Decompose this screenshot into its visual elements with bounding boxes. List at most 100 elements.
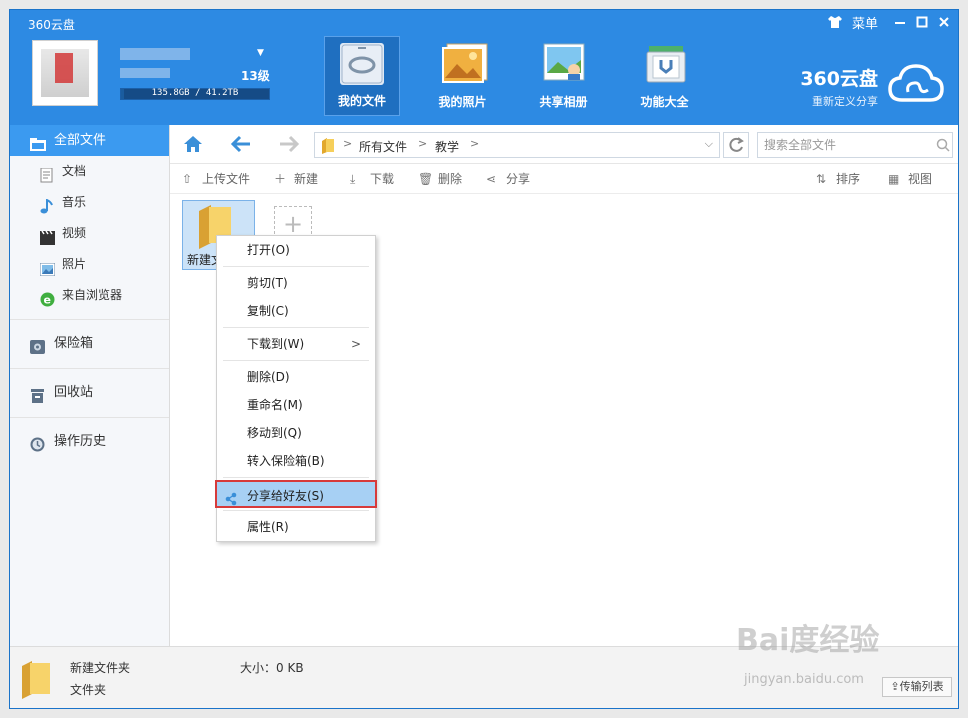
menu-button[interactable]: 菜单 (852, 17, 878, 33)
chevron-right-icon[interactable]: > (418, 137, 427, 150)
nav-tools[interactable]: 功能大全 (614, 36, 715, 116)
safe-icon (30, 336, 45, 354)
refresh-button[interactable] (723, 132, 749, 158)
shared-album-icon (542, 42, 586, 84)
avatar-image (41, 49, 89, 97)
chevron-right-icon[interactable]: > (470, 137, 479, 150)
close-icon[interactable] (938, 16, 950, 33)
recycle-bin-icon (30, 385, 45, 403)
upload-icon: ⇧ (182, 172, 193, 186)
sort-label: 排序 (836, 172, 861, 186)
maximize-icon[interactable] (916, 16, 928, 33)
trash-icon: 🗑 (418, 172, 434, 186)
share-button[interactable]: ⋖ 分享 (486, 170, 530, 187)
nav-my-files[interactable]: 我的文件 (324, 36, 400, 116)
menu-item-to-safe[interactable]: 转入保险箱(B) (217, 447, 375, 475)
nav-label: 功能大全 (640, 95, 689, 109)
menu-item-copy[interactable]: 复制(C) (217, 297, 375, 325)
upload-label: 上传文件 (202, 172, 251, 186)
user-dropdown-icon[interactable]: ▼ (257, 48, 264, 58)
sidebar-item-all-files[interactable]: 全部文件 (10, 125, 169, 156)
breadcrumb-item[interactable]: 所有文件 (359, 138, 407, 155)
sidebar-item-label: 来自浏览器 (62, 288, 123, 302)
sidebar-item-photos[interactable]: 照片 (10, 249, 169, 280)
share-label: 分享 (506, 172, 531, 186)
context-menu: 打开(O) 剪切(T) 复制(C) 下载到(W) > 删除(D) 重命名(M) … (215, 235, 377, 542)
username-blurred[interactable] (120, 48, 190, 60)
sidebar-item-label: 操作历史 (54, 434, 107, 449)
breadcrumb-item[interactable]: 教学 (435, 138, 459, 155)
folder-icon (321, 138, 335, 154)
menu-item-label: 下载到(W) (247, 337, 305, 351)
forward-icon[interactable] (278, 134, 300, 154)
sidebar-item-music[interactable]: 音乐 (10, 187, 169, 218)
menu-divider (223, 510, 369, 511)
upload-button[interactable]: ⇧ 上传文件 (182, 170, 250, 187)
chevron-down-icon[interactable]: ⌵ (705, 137, 713, 151)
selected-name: 新建文件夹 (70, 661, 131, 675)
photo-icon (39, 257, 56, 277)
new-label: 新建 (294, 172, 319, 186)
transfer-label: 传输列表 (899, 680, 944, 693)
search-icon[interactable] (936, 138, 950, 155)
share-icon (225, 488, 237, 516)
watermark-logo: Bai度经验 (736, 623, 880, 658)
nav-label: 共享相册 (539, 95, 588, 109)
new-button[interactable]: ＋ 新建 (274, 170, 318, 187)
brand-slogan: 重新定义分享 (812, 95, 878, 108)
toolbar: ⇧ 上传文件 ＋ 新建 ⤓ 下载 🗑 删除 ⋖ 分享 ⇅ 排序 ▦ 视图 (170, 163, 958, 194)
menu-item-move-to[interactable]: 移动到(Q) (217, 419, 375, 447)
menu-item-label: 分享给好友(S) (247, 489, 324, 503)
download-label: 下载 (370, 172, 395, 186)
back-icon[interactable] (230, 134, 252, 154)
menu-item-open[interactable]: 打开(O) (217, 236, 375, 264)
selected-type: 文件夹 (70, 683, 107, 697)
view-button[interactable]: ▦ 视图 (888, 170, 932, 187)
transfer-list-button[interactable]: ⇪传输列表 (882, 677, 952, 697)
menu-divider (223, 477, 369, 478)
nav-my-photos[interactable]: 我的照片 (412, 36, 513, 116)
chevron-right-icon: > (343, 137, 353, 150)
minimize-icon[interactable] (894, 16, 906, 33)
menu-divider (223, 360, 369, 361)
nav-shared-album[interactable]: 共享相册 (513, 36, 614, 116)
download-button[interactable]: ⤓ 下载 (350, 170, 394, 187)
grid-icon: ▦ (888, 172, 900, 186)
download-icon: ⤓ (350, 172, 356, 186)
folder-icon (30, 133, 46, 151)
plus-icon: ＋ (274, 172, 287, 186)
photos-icon (441, 42, 487, 84)
menu-item-rename[interactable]: 重命名(M) (217, 391, 375, 419)
sidebar-divider (10, 368, 169, 369)
sidebar-item-safe[interactable]: 保险箱 (10, 328, 169, 360)
sidebar-item-label: 文档 (62, 164, 87, 178)
menu-item-properties[interactable]: 属性(R) (217, 513, 375, 541)
user-level: 13级 (241, 69, 270, 83)
avatar[interactable] (32, 40, 98, 106)
home-icon[interactable] (182, 134, 204, 154)
delete-button[interactable]: 🗑 删除 (418, 170, 462, 187)
my-files-icon (340, 43, 384, 85)
folder-icon (20, 661, 52, 699)
window-controls: 菜单 (827, 16, 950, 33)
quota-bar: 135.8GB / 41.2TB (120, 88, 270, 100)
menu-item-share-friend[interactable]: 分享给好友(S) (215, 480, 377, 508)
skin-icon[interactable] (827, 16, 842, 33)
document-icon (40, 164, 55, 183)
sidebar-item-video[interactable]: 视频 (10, 218, 169, 249)
address-bar: > 所有文件 > 教学 > ⌵ 搜索全部文件 (170, 125, 958, 164)
sidebar: 全部文件 文档 音乐 视频 照片 e 来自浏览器 保险箱 回收站 操作历史 (10, 125, 170, 646)
breadcrumb: > 所有文件 > 教学 > ⌵ (314, 132, 720, 158)
sidebar-item-documents[interactable]: 文档 (10, 156, 169, 187)
view-label: 视图 (908, 172, 933, 186)
delete-label: 删除 (438, 172, 463, 186)
menu-item-delete[interactable]: 删除(D) (217, 363, 375, 391)
sidebar-item-recycle[interactable]: 回收站 (10, 377, 169, 409)
sidebar-item-browser[interactable]: e 来自浏览器 (10, 280, 169, 311)
sidebar-item-label: 视频 (62, 226, 87, 240)
menu-item-download-to[interactable]: 下载到(W) > (217, 330, 375, 358)
search-input[interactable]: 搜索全部文件 (757, 132, 953, 158)
menu-item-cut[interactable]: 剪切(T) (217, 269, 375, 297)
sidebar-item-history[interactable]: 操作历史 (10, 426, 169, 458)
sort-button[interactable]: ⇅ 排序 (816, 170, 860, 187)
